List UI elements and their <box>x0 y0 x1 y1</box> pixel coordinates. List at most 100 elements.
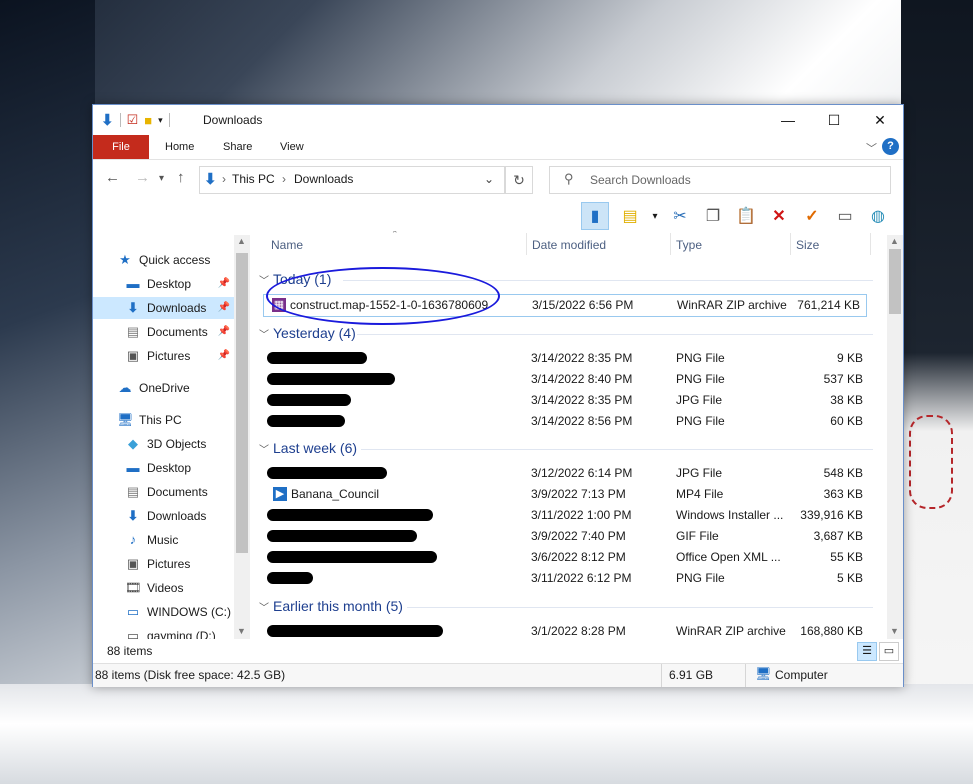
file-list-scroll-thumb[interactable] <box>889 249 901 314</box>
globe-icon[interactable]: ◍ <box>866 204 890 228</box>
sidebar-item-this-pc[interactable]: 🖥 This PC <box>93 409 250 431</box>
tab-view[interactable]: View <box>266 135 318 159</box>
table-row[interactable]: 3/1/2022 8:28 PM WinRAR ZIP archive 168,… <box>261 621 887 639</box>
refresh-button[interactable]: ↻ <box>505 166 533 194</box>
file-date: 3/9/2022 7:40 PM <box>531 529 626 543</box>
redaction-mark <box>267 509 433 521</box>
column-date-modified[interactable]: Date modified <box>532 238 606 252</box>
tab-home[interactable]: Home <box>151 135 208 159</box>
sidebar-item-downloads[interactable]: ⬇ Downloads 📌 <box>93 297 250 319</box>
disk-summary: 88 items (Disk free space: 42.5 GB) <box>95 668 286 682</box>
sidebar-item-3d-objects[interactable]: ◆ 3D Objects <box>93 433 250 455</box>
file-date: 3/14/2022 8:56 PM <box>531 414 633 428</box>
tab-share[interactable]: Share <box>209 135 266 159</box>
column-size[interactable]: Size <box>796 238 819 252</box>
sidebar-item-desktop[interactable]: ▬ Desktop 📌 <box>93 273 250 295</box>
sidebar-item-label: gayming (D:) <box>147 629 216 639</box>
properties-icon[interactable]: ☑ <box>127 112 139 128</box>
chevron-down-icon[interactable]: ▾ <box>158 115 163 126</box>
sidebar-item-pictures-pc[interactable]: ▣ Pictures <box>93 553 250 575</box>
table-row[interactable]: ▶ Banana_Council 3/9/2022 7:13 PM MP4 Fi… <box>261 484 887 505</box>
sidebar-item-label: 3D Objects <box>147 437 207 451</box>
sidebar-item-onedrive[interactable]: ☁ OneDrive <box>93 377 250 399</box>
sidebar-scroll-thumb[interactable] <box>236 253 248 553</box>
chevron-down-icon[interactable]: ⌄ <box>484 172 494 186</box>
selection-size: 6.91 GB <box>669 668 714 682</box>
sidebar-item-music[interactable]: ♪ Music <box>93 529 250 551</box>
scroll-down-icon[interactable]: ▼ <box>237 626 246 636</box>
group-header-last-week[interactable]: ﹀ Last week (6) <box>259 438 357 458</box>
search-icon: ⚲ <box>564 171 574 186</box>
scroll-up-icon[interactable]: ▲ <box>890 236 899 246</box>
tab-file[interactable]: File <box>93 135 149 159</box>
recent-locations-button[interactable]: ▾ <box>159 173 164 184</box>
sidebar-item-quick-access[interactable]: ★ Quick access <box>93 249 250 271</box>
properties-icon[interactable]: ▤ <box>618 204 642 228</box>
back-button[interactable]: ← <box>105 169 120 186</box>
table-row[interactable]: 3/14/2022 8:40 PM PNG File 537 KB <box>261 369 887 390</box>
title-bar[interactable]: ⬇ ☑ ■ ▾ Downloads — ☐ ✕ <box>93 105 903 135</box>
file-date: 3/11/2022 6:12 PM <box>531 571 632 585</box>
check-icon[interactable]: ✓ <box>800 204 824 228</box>
column-type[interactable]: Type <box>676 238 702 252</box>
table-row[interactable]: 3/11/2022 6:12 PM PNG File 5 KB <box>261 568 887 589</box>
toolbar: ▮ ▤ ▾ ✂ ❐ 📋 ✕ ✓ ▭ ◍ <box>581 201 890 231</box>
desktop-icon: ▬ <box>126 460 140 475</box>
group-header-yesterday[interactable]: ﹀ Yesterday (4) <box>259 323 356 343</box>
wallpaper-bottom <box>0 684 973 784</box>
sidebar-item-windows-drive[interactable]: ▭ WINDOWS (C:) <box>93 601 250 623</box>
close-button[interactable]: ✕ <box>857 105 903 135</box>
up-button[interactable]: ↑ <box>177 169 185 186</box>
rename-icon[interactable]: ▭ <box>833 204 857 228</box>
chevron-right-icon: › <box>282 172 286 186</box>
table-row[interactable]: 3/14/2022 8:56 PM PNG File 60 KB <box>261 411 887 432</box>
status-bar: 88 items ☰ ▭ <box>93 639 903 663</box>
breadcrumb-downloads[interactable]: Downloads <box>294 172 353 186</box>
file-type: Windows Installer ... <box>676 508 784 522</box>
sidebar-item-label: Desktop <box>147 277 192 291</box>
cut-icon[interactable]: ✂ <box>668 204 692 228</box>
sidebar-item-videos[interactable]: 🎞 Videos <box>93 577 250 599</box>
sidebar-item-downloads-pc[interactable]: ⬇ Downloads <box>93 505 250 527</box>
table-row[interactable]: 3/14/2022 8:35 PM PNG File 9 KB <box>261 348 887 369</box>
column-name[interactable]: Name <box>271 238 303 252</box>
new-folder-icon[interactable]: ■ <box>144 113 152 128</box>
forward-button[interactable]: → <box>135 169 150 186</box>
scroll-up-icon[interactable]: ▲ <box>237 236 246 246</box>
download-icon: ⬇ <box>127 508 139 523</box>
maximize-button[interactable]: ☐ <box>811 105 857 135</box>
sidebar-item-documents[interactable]: ▤ Documents 📌 <box>93 321 250 343</box>
table-row[interactable]: 3/6/2022 8:12 PM Office Open XML ... 55 … <box>261 547 887 568</box>
group-label: Last week (6) <box>273 440 358 456</box>
divider <box>745 664 746 687</box>
sidebar-item-desktop-pc[interactable]: ▬ Desktop <box>93 457 250 479</box>
group-label: Earlier this month (5) <box>273 598 403 614</box>
sidebar-item-gayming-drive[interactable]: ▭ gayming (D:) <box>93 625 250 639</box>
sidebar-item-pictures[interactable]: ▣ Pictures 📌 <box>93 345 250 367</box>
details-view-icon[interactable]: ☰ <box>857 642 877 661</box>
copy-icon[interactable]: ❐ <box>701 204 725 228</box>
chevron-down-icon[interactable]: ▾ <box>651 204 659 228</box>
sidebar-item-label: Pictures <box>147 557 191 571</box>
preview-pane-icon[interactable]: ▮ <box>581 202 609 230</box>
table-row[interactable]: 3/9/2022 7:40 PM GIF File 3,687 KB <box>261 526 887 547</box>
search-box[interactable]: ⚲ Search Downloads <box>549 166 891 194</box>
help-button[interactable]: ? <box>882 138 899 155</box>
computer-icon: 🖥 <box>117 412 134 427</box>
table-row[interactable]: 3/14/2022 8:35 PM JPG File 38 KB <box>261 390 887 411</box>
search-input[interactable]: Search Downloads <box>590 173 691 187</box>
group-header-earlier-this-month[interactable]: ﹀ Earlier this month (5) <box>259 596 403 616</box>
file-type: PNG File <box>676 571 725 585</box>
details-bar: 88 items (Disk free space: 42.5 GB) 6.91… <box>93 663 903 687</box>
address-bar[interactable]: ⬇ › This PC › Downloads ⌄ <box>199 166 505 194</box>
large-icons-view-icon[interactable]: ▭ <box>879 642 899 661</box>
minimize-button[interactable]: — <box>765 105 811 135</box>
expand-ribbon-icon[interactable]: ﹀ <box>866 140 877 156</box>
scroll-down-icon[interactable]: ▼ <box>890 626 899 636</box>
paste-icon[interactable]: 📋 <box>734 204 758 228</box>
breadcrumb-this-pc[interactable]: This PC <box>232 172 275 186</box>
table-row[interactable]: 3/12/2022 6:14 PM JPG File 548 KB <box>261 463 887 484</box>
sidebar-item-documents-pc[interactable]: ▤ Documents <box>93 481 250 503</box>
delete-icon[interactable]: ✕ <box>767 204 791 228</box>
table-row[interactable]: 3/11/2022 1:00 PM Windows Installer ... … <box>261 505 887 526</box>
